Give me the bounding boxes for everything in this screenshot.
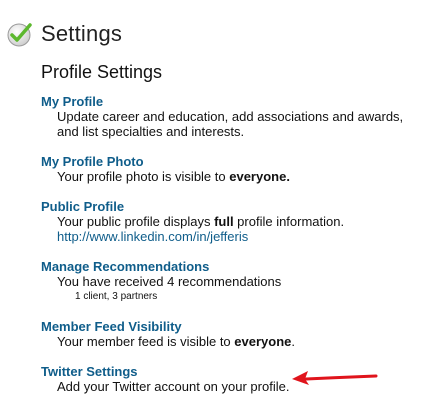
section-title: Profile Settings: [41, 62, 163, 82]
member-feed-desc-pre: Your member feed is visible to: [57, 334, 235, 349]
setting-profile-photo: My Profile Photo Your profile photo is v…: [41, 154, 431, 184]
member-feed-desc: Your member feed is visible to everyone.: [57, 334, 431, 349]
my-profile-desc: Update career and education, add associa…: [57, 109, 431, 139]
public-profile-desc-pre: Your public profile displays: [57, 214, 215, 229]
page-title: Settings: [41, 21, 123, 46]
recommendations-detail: 1 client, 3 partners: [75, 291, 158, 302]
setting-my-profile: My Profile Update career and education, …: [41, 94, 431, 139]
public-profile-url[interactable]: http://www.linkedin.com/in/jefferis: [57, 229, 431, 244]
recommendations-desc: You have received 4 recommendations: [57, 274, 282, 289]
member-feed-desc-post: .: [291, 334, 295, 349]
profile-photo-desc: Your profile photo is visible to everyon…: [57, 169, 431, 184]
check-circle-icon: [7, 23, 32, 47]
profile-photo-desc-text: Your profile photo is visible to: [57, 169, 230, 184]
page-header: Settings: [6, 18, 122, 50]
public-profile-link[interactable]: Public Profile: [41, 199, 431, 214]
red-arrow-icon: [292, 371, 378, 385]
setting-member-feed: Member Feed Visibility Your member feed …: [41, 319, 431, 349]
manage-recommendations-link[interactable]: Manage Recommendations: [41, 259, 431, 274]
profile-photo-visibility: everyone.: [229, 169, 290, 184]
member-feed-link[interactable]: Member Feed Visibility: [41, 319, 431, 334]
public-profile-desc-post: profile information.: [233, 214, 345, 229]
setting-public-profile: Public Profile Your public profile displ…: [41, 199, 431, 244]
profile-photo-link[interactable]: My Profile Photo: [41, 154, 431, 169]
public-profile-desc: Your public profile displays full profil…: [57, 214, 431, 229]
my-profile-desc-line1: Update career and education, add associa…: [57, 109, 404, 124]
member-feed-visibility: everyone: [234, 334, 292, 349]
setting-recommendations: Manage Recommendations You have received…: [41, 259, 431, 304]
my-profile-desc-line2: and list specialties and interests.: [57, 124, 245, 139]
public-profile-level: full: [214, 214, 234, 229]
my-profile-link[interactable]: My Profile: [41, 94, 431, 109]
